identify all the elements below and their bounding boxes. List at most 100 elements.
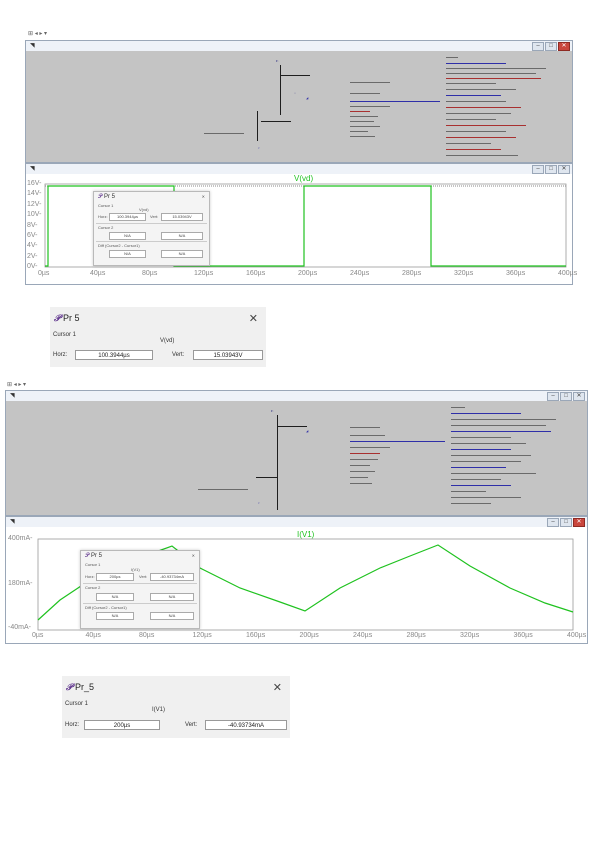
close-button[interactable]: ✕ [573,392,585,401]
schematic-window-titlebar[interactable]: ◥ – □ ✕ [26,41,572,51]
schematic-canvas[interactable]: ▾◦ ◦◦ ◢ ▿ [26,51,572,162]
comment-text[interactable] [451,479,501,480]
directive-text[interactable] [198,489,248,490]
quick-access-toolbar[interactable]: ⊞ ◂ ▸ ▾ [7,381,26,388]
minimize-button[interactable]: – [532,42,544,51]
close-button[interactable]: ✕ [558,165,570,174]
directive-text[interactable] [204,133,244,134]
minimize-button[interactable]: – [547,392,559,401]
comment-text[interactable] [451,437,511,438]
horz-field[interactable]: 200µs [84,720,160,730]
cursor-dialog[interactable]: 𝒫 Pr 5 ✕ Cursor 1 V(vd) Horz: 100.3944µs… [50,307,266,367]
directive-text[interactable] [350,111,370,112]
directive-text[interactable] [350,82,390,83]
comment-text[interactable] [451,491,486,492]
directive-text[interactable] [350,106,390,107]
close-button[interactable]: ✕ [558,42,570,51]
directive-text[interactable] [350,126,380,127]
directive-text[interactable] [350,136,375,137]
directive-text[interactable] [350,465,370,466]
comment-text[interactable] [451,407,465,408]
directive-text[interactable] [350,116,378,117]
close-button[interactable]: ✕ [573,518,585,527]
waveform-window-titlebar[interactable]: ◥ – □ ✕ [26,164,572,174]
diff-vert-field[interactable]: N/A [161,250,203,258]
cursor-dialog[interactable]: 𝒫 Pr_5 ✕ Cursor 1 I(V1) Horz: 200µs Vert… [62,676,290,738]
maximize-button[interactable]: □ [560,392,572,401]
circuit-component[interactable]: ▾◦ [276,59,279,63]
directive-text[interactable] [350,93,380,94]
directive-text[interactable] [350,441,445,442]
schematic-canvas[interactable]: ▾◦ ◢ ▿ [6,401,587,515]
vert-field[interactable]: -40.93734mA [205,720,287,730]
comment-text[interactable] [446,155,518,156]
comment-text[interactable] [446,89,516,90]
close-button[interactable]: ✕ [249,312,258,325]
minimize-button[interactable]: – [532,165,544,174]
cursor2-horz-field[interactable]: N/A [96,593,134,601]
vert-field[interactable]: 15.03943V [161,213,203,221]
comment-text[interactable] [446,101,506,102]
horz-field[interactable]: 100.3944µs [109,213,146,221]
directive-text[interactable] [350,447,390,448]
comment-text[interactable] [451,449,511,450]
directive-text[interactable] [350,477,368,478]
comment-text[interactable] [446,143,491,144]
comment-text[interactable] [451,419,556,420]
trace-label[interactable]: I(V1) [297,530,314,539]
comment-text[interactable] [446,78,541,79]
maximize-button[interactable]: □ [545,165,557,174]
directive-text[interactable] [350,101,440,102]
directive-text[interactable] [350,459,378,460]
comment-text[interactable] [446,83,496,84]
comment-text[interactable] [451,503,491,504]
quick-access-toolbar[interactable]: ⊞ ◂ ▸ ▾ [28,30,47,37]
cursor-popup[interactable]: 𝒫 Pr 5 ✕ Cursor 1 I(V1) Horz: 200µs Vert… [80,550,200,629]
circuit-component[interactable]: ◢ [306,429,308,433]
directive-text[interactable] [350,453,380,454]
close-button[interactable]: ✕ [273,681,282,694]
comment-text[interactable] [446,57,458,58]
cursor2-vert-field[interactable]: N/A [161,232,203,240]
circuit-component[interactable]: ◦◦ [294,91,296,95]
comment-text[interactable] [451,455,531,456]
comment-text[interactable] [451,425,546,426]
comment-text[interactable] [446,137,516,138]
comment-text[interactable] [451,413,521,414]
directive-text[interactable] [350,131,368,132]
comment-text[interactable] [446,73,536,74]
diff-horz-field[interactable]: N/A [109,250,146,258]
circuit-component[interactable]: ◢ [306,96,308,100]
vert-field[interactable]: -40.93734mA [150,573,194,581]
maximize-button[interactable]: □ [560,518,572,527]
maximize-button[interactable]: □ [545,42,557,51]
directive-text[interactable] [350,435,385,436]
comment-text[interactable] [446,95,501,96]
diff-horz-field[interactable]: N/A [96,612,134,620]
minimize-button[interactable]: – [547,518,559,527]
comment-text[interactable] [451,431,551,432]
waveform-window-titlebar[interactable]: ◥ – □ ✕ [6,517,587,527]
comment-text[interactable] [446,107,521,108]
cursor2-vert-field[interactable]: N/A [150,593,194,601]
horz-field[interactable]: 200µs [96,573,134,581]
comment-text[interactable] [446,68,546,69]
directive-text[interactable] [350,483,372,484]
cursor-popup[interactable]: 𝒫 Pr 5 ✕ Cursor 1 V(vd) Horz: 100.3944µs… [93,191,210,266]
horz-field[interactable]: 100.3944µs [75,350,153,360]
comment-text[interactable] [446,149,501,150]
comment-text[interactable] [446,131,506,132]
vert-field[interactable]: 15.03943V [193,350,263,360]
cursor2-horz-field[interactable]: N/A [109,232,146,240]
comment-text[interactable] [451,461,521,462]
directive-text[interactable] [350,121,374,122]
comment-text[interactable] [451,473,536,474]
circuit-component[interactable]: ▾◦ [271,409,274,413]
comment-text[interactable] [451,485,511,486]
directive-text[interactable] [350,427,380,428]
directive-text[interactable] [350,471,375,472]
trace-label[interactable]: V(vd) [294,174,313,183]
comment-text[interactable] [451,443,526,444]
comment-text[interactable] [446,63,506,64]
comment-text[interactable] [451,497,521,498]
